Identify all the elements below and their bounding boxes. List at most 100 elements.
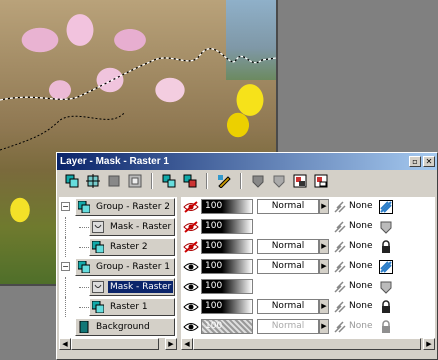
link-set-icon[interactable] — [333, 280, 347, 294]
layer-name-button[interactable]: Mask - Raster — [89, 278, 175, 296]
eye-hidden-icon[interactable] — [183, 200, 199, 214]
palette-title: Layer - Mask - Raster 1 — [60, 156, 169, 167]
opacity-slider[interactable]: 100 — [201, 319, 253, 334]
layer-properties-row: 100 None — [181, 277, 435, 297]
layer-name-button[interactable]: Raster 2 — [89, 238, 175, 256]
link-set-icon[interactable] — [333, 300, 347, 314]
tree-line — [79, 227, 89, 228]
group-lock-icon[interactable] — [379, 260, 393, 274]
tree-line — [79, 247, 89, 248]
restore-button[interactable]: ▫ — [409, 156, 421, 167]
layer-name-button[interactable]: Group - Raster 2 — [75, 198, 175, 216]
layer-properties-row: 100 Normal ▶ None — [181, 257, 435, 277]
group-layer-icon — [77, 260, 91, 274]
blend-mode-arrow-icon[interactable]: ▶ — [319, 239, 329, 254]
opacity-slider[interactable]: 100 — [201, 199, 253, 214]
link-set-icon[interactable] — [333, 240, 347, 254]
scroll-right-arrow[interactable]: ▶ — [165, 338, 177, 350]
eye-icon[interactable] — [183, 300, 199, 314]
group-lock-icon[interactable] — [379, 200, 393, 214]
eye-icon[interactable] — [183, 280, 199, 294]
layer-name-button[interactable]: Background — [75, 318, 175, 336]
blend-mode-dropdown[interactable]: Normal — [257, 259, 319, 274]
mask-layer-icon — [92, 221, 104, 233]
link-set-label: None — [349, 241, 373, 251]
eye-hidden-icon[interactable] — [183, 240, 199, 254]
lock-transparency-icon[interactable] — [379, 320, 393, 334]
group-layer-icon — [77, 200, 91, 214]
link-set-icon[interactable] — [333, 200, 347, 214]
opacity-slider[interactable]: 100 — [201, 259, 253, 274]
collapse-toggle[interactable]: − — [61, 262, 70, 271]
delete-layer-icon[interactable] — [181, 172, 199, 190]
layer-names-pane: − Group - Raster 2 Mask - Raster Raster 2 − G… — [59, 197, 177, 337]
new-art-media-layer-icon[interactable] — [105, 172, 123, 190]
scroll-thumb[interactable] — [71, 338, 159, 350]
link-set-label: None — [349, 261, 373, 271]
layer-name-button[interactable]: Mask - Raster — [89, 218, 175, 236]
opacity-slider[interactable]: 100 — [201, 219, 253, 234]
eye-hidden-icon[interactable] — [183, 220, 199, 234]
collapse-toggle[interactable]: − — [61, 202, 70, 211]
opacity-slider[interactable]: 100 — [201, 239, 253, 254]
link-set-label: None — [349, 201, 373, 211]
scroll-left-arrow[interactable]: ◀ — [181, 338, 193, 350]
new-mask-layer-icon[interactable] — [126, 172, 144, 190]
layer-name: Background — [96, 322, 150, 332]
blend-mode-arrow-icon[interactable]: ▶ — [319, 259, 329, 274]
scroll-thumb[interactable] — [193, 338, 421, 350]
edit-selection-icon[interactable] — [215, 172, 233, 190]
mask-icon[interactable] — [379, 220, 393, 234]
names-horizontal-scrollbar[interactable]: ◀ ▶ — [59, 337, 177, 350]
scroll-left-arrow[interactable]: ◀ — [59, 338, 71, 350]
properties-horizontal-scrollbar[interactable]: ◀ ▶ — [181, 337, 435, 350]
load-mask-icon[interactable] — [291, 172, 309, 190]
close-button[interactable]: ✕ — [423, 156, 435, 167]
toolbar-separator — [240, 173, 242, 189]
layer-name: Mask - Raster — [110, 222, 172, 232]
layer-properties-pane: 100 Normal ▶ None 100 None 100 Normal ▶ None 100 No… — [181, 197, 435, 337]
raster-layer-icon — [91, 300, 105, 314]
layer-properties-row: 100 Normal ▶ None — [181, 297, 435, 317]
layer-name-button[interactable]: Group - Raster 1 — [75, 258, 175, 276]
layer-properties-row: 100 None — [181, 217, 435, 237]
blend-mode-dropdown[interactable]: Normal — [257, 239, 319, 254]
eye-icon[interactable] — [183, 260, 199, 274]
blend-mode-arrow-icon[interactable]: ▶ — [319, 319, 329, 334]
tree-line — [65, 297, 66, 317]
scroll-right-arrow[interactable]: ▶ — [423, 338, 435, 350]
toolbar-separator — [151, 173, 153, 189]
mask-icon[interactable] — [379, 280, 393, 294]
unlink-mask-icon[interactable] — [270, 172, 288, 190]
layer-row: Mask - Raster — [59, 217, 177, 237]
link-mask-icon[interactable] — [249, 172, 267, 190]
layer-properties-row: 100 Normal ▶ None — [181, 237, 435, 257]
layer-row: Raster 1 — [59, 297, 177, 317]
new-raster-layer-icon[interactable] — [63, 172, 81, 190]
eye-icon[interactable] — [183, 320, 199, 334]
opacity-slider[interactable]: 100 — [201, 279, 253, 294]
link-set-icon[interactable] — [333, 320, 347, 334]
layer-name: Group - Raster 1 — [96, 262, 170, 272]
tree-line — [79, 307, 89, 308]
save-mask-icon[interactable] — [312, 172, 330, 190]
lock-transparency-icon[interactable] — [379, 300, 393, 314]
link-set-icon[interactable] — [333, 220, 347, 234]
layers-toolbar — [57, 170, 437, 192]
palette-titlebar[interactable]: Layer - Mask - Raster 1 ▫ ✕ — [57, 153, 437, 170]
opacity-slider[interactable]: 100 — [201, 299, 253, 314]
blend-mode-dropdown[interactable]: Normal — [257, 199, 319, 214]
blend-mode-dropdown[interactable]: Normal — [257, 319, 319, 334]
link-set-label: None — [349, 301, 373, 311]
blend-mode-arrow-icon[interactable]: ▶ — [319, 299, 329, 314]
layer-name: Mask - Raster — [108, 281, 174, 293]
link-set-icon[interactable] — [333, 260, 347, 274]
new-adjustment-layer-icon[interactable] — [160, 172, 178, 190]
toolbar-separator — [206, 173, 208, 189]
blend-mode-dropdown[interactable]: Normal — [257, 299, 319, 314]
blend-mode-arrow-icon[interactable]: ▶ — [319, 199, 329, 214]
new-vector-layer-icon[interactable] — [84, 172, 102, 190]
layer-properties-row: 100 Normal ▶ None — [181, 317, 435, 337]
lock-transparency-icon[interactable] — [379, 240, 393, 254]
layer-name-button[interactable]: Raster 1 — [89, 298, 175, 316]
